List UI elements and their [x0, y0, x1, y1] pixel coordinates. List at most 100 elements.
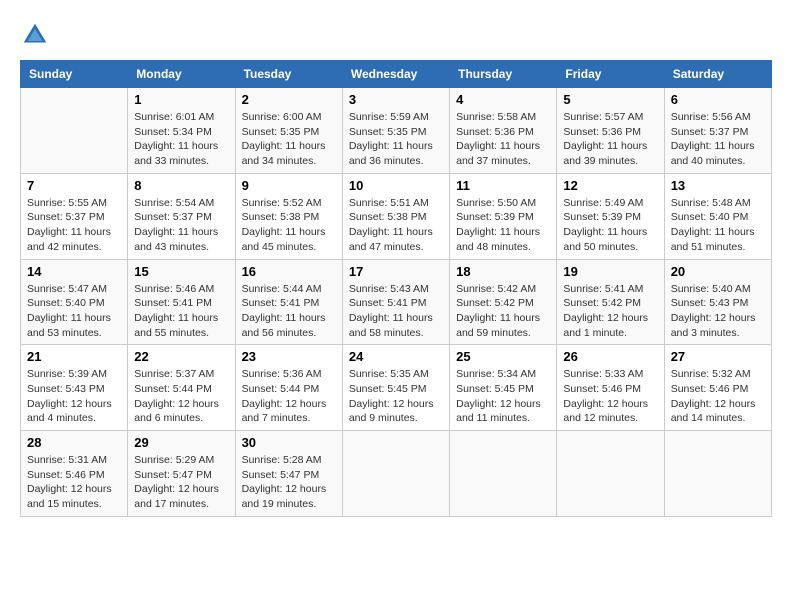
day-number: 26 [563, 349, 657, 364]
day-info: Sunrise: 5:48 AMSunset: 5:40 PMDaylight:… [671, 196, 765, 255]
day-header-friday: Friday [557, 61, 664, 88]
day-number: 28 [27, 435, 121, 450]
day-number: 5 [563, 92, 657, 107]
calendar-cell [450, 431, 557, 517]
calendar-cell: 6 Sunrise: 5:56 AMSunset: 5:37 PMDaylight… [664, 88, 771, 174]
calendar-cell: 2 Sunrise: 6:00 AMSunset: 5:35 PMDaylight… [235, 88, 342, 174]
day-number: 4 [456, 92, 550, 107]
day-number: 13 [671, 178, 765, 193]
day-number: 24 [349, 349, 443, 364]
calendar-cell: 11 Sunrise: 5:50 AMSunset: 5:39 PMDayligh… [450, 173, 557, 259]
calendar-cell: 12 Sunrise: 5:49 AMSunset: 5:39 PMDayligh… [557, 173, 664, 259]
day-number: 8 [134, 178, 228, 193]
day-number: 18 [456, 264, 550, 279]
calendar-cell: 22 Sunrise: 5:37 AMSunset: 5:44 PMDayligh… [128, 345, 235, 431]
day-header-sunday: Sunday [21, 61, 128, 88]
day-number: 2 [242, 92, 336, 107]
day-header-saturday: Saturday [664, 61, 771, 88]
calendar-cell: 13 Sunrise: 5:48 AMSunset: 5:40 PMDayligh… [664, 173, 771, 259]
day-number: 29 [134, 435, 228, 450]
day-header-tuesday: Tuesday [235, 61, 342, 88]
calendar-cell [557, 431, 664, 517]
day-info: Sunrise: 5:34 AMSunset: 5:45 PMDaylight:… [456, 367, 550, 426]
day-info: Sunrise: 5:57 AMSunset: 5:36 PMDaylight:… [563, 110, 657, 169]
day-info: Sunrise: 5:52 AMSunset: 5:38 PMDaylight:… [242, 196, 336, 255]
day-number: 12 [563, 178, 657, 193]
day-info: Sunrise: 6:00 AMSunset: 5:35 PMDaylight:… [242, 110, 336, 169]
day-info: Sunrise: 5:42 AMSunset: 5:42 PMDaylight:… [456, 282, 550, 341]
day-info: Sunrise: 5:51 AMSunset: 5:38 PMDaylight:… [349, 196, 443, 255]
calendar-cell: 5 Sunrise: 5:57 AMSunset: 5:36 PMDaylight… [557, 88, 664, 174]
calendar-cell [664, 431, 771, 517]
days-header-row: SundayMondayTuesdayWednesdayThursdayFrid… [21, 61, 772, 88]
day-number: 7 [27, 178, 121, 193]
week-row-4: 21Sunrise: 5:39 AMSunset: 5:43 PMDayligh… [21, 345, 772, 431]
day-info: Sunrise: 5:36 AMSunset: 5:44 PMDaylight:… [242, 367, 336, 426]
day-number: 22 [134, 349, 228, 364]
day-info: Sunrise: 5:56 AMSunset: 5:37 PMDaylight:… [671, 110, 765, 169]
day-info: Sunrise: 6:01 AMSunset: 5:34 PMDaylight:… [134, 110, 228, 169]
day-info: Sunrise: 5:29 AMSunset: 5:47 PMDaylight:… [134, 453, 228, 512]
week-row-3: 14 Sunrise: 5:47 AMSunset: 5:40 PMDayligh… [21, 259, 772, 345]
calendar-cell: 15Sunrise: 5:46 AMSunset: 5:41 PMDayligh… [128, 259, 235, 345]
day-number: 27 [671, 349, 765, 364]
day-info: Sunrise: 5:37 AMSunset: 5:44 PMDaylight:… [134, 367, 228, 426]
day-number: 14 [27, 264, 121, 279]
day-info: Sunrise: 5:40 AMSunset: 5:43 PMDaylight:… [671, 282, 765, 341]
day-header-wednesday: Wednesday [342, 61, 449, 88]
day-info: Sunrise: 5:46 AMSunset: 5:41 PMDaylight:… [134, 282, 228, 341]
logo-icon [20, 20, 50, 50]
day-number: 9 [242, 178, 336, 193]
calendar-cell: 8 Sunrise: 5:54 AMSunset: 5:37 PMDaylight… [128, 173, 235, 259]
calendar-cell: 24 Sunrise: 5:35 AMSunset: 5:45 PMDayligh… [342, 345, 449, 431]
calendar-cell: 25 Sunrise: 5:34 AMSunset: 5:45 PMDayligh… [450, 345, 557, 431]
day-info: Sunrise: 5:44 AMSunset: 5:41 PMDaylight:… [242, 282, 336, 341]
day-info: Sunrise: 5:31 AMSunset: 5:46 PMDaylight:… [27, 453, 121, 512]
day-number: 23 [242, 349, 336, 364]
day-info: Sunrise: 5:59 AMSunset: 5:35 PMDaylight:… [349, 110, 443, 169]
calendar-cell: 21Sunrise: 5:39 AMSunset: 5:43 PMDayligh… [21, 345, 128, 431]
day-info: Sunrise: 5:49 AMSunset: 5:39 PMDaylight:… [563, 196, 657, 255]
day-info: Sunrise: 5:50 AMSunset: 5:39 PMDaylight:… [456, 196, 550, 255]
calendar-cell: 30 Sunrise: 5:28 AMSunset: 5:47 PMDayligh… [235, 431, 342, 517]
calendar-cell: 26 Sunrise: 5:33 AMSunset: 5:46 PMDayligh… [557, 345, 664, 431]
day-info: Sunrise: 5:41 AMSunset: 5:42 PMDaylight:… [563, 282, 657, 341]
calendar-table: SundayMondayTuesdayWednesdayThursdayFrid… [20, 60, 772, 517]
day-number: 25 [456, 349, 550, 364]
day-info: Sunrise: 5:58 AMSunset: 5:36 PMDaylight:… [456, 110, 550, 169]
week-row-1: 1Sunrise: 6:01 AMSunset: 5:34 PMDaylight… [21, 88, 772, 174]
day-number: 17 [349, 264, 443, 279]
week-row-5: 28 Sunrise: 5:31 AMSunset: 5:46 PMDayligh… [21, 431, 772, 517]
calendar-cell: 20 Sunrise: 5:40 AMSunset: 5:43 PMDayligh… [664, 259, 771, 345]
day-number: 20 [671, 264, 765, 279]
day-number: 30 [242, 435, 336, 450]
day-info: Sunrise: 5:54 AMSunset: 5:37 PMDaylight:… [134, 196, 228, 255]
calendar-cell: 16 Sunrise: 5:44 AMSunset: 5:41 PMDayligh… [235, 259, 342, 345]
day-info: Sunrise: 5:32 AMSunset: 5:46 PMDaylight:… [671, 367, 765, 426]
calendar-cell [21, 88, 128, 174]
day-info: Sunrise: 5:47 AMSunset: 5:40 PMDaylight:… [27, 282, 121, 341]
day-info: Sunrise: 5:35 AMSunset: 5:45 PMDaylight:… [349, 367, 443, 426]
day-number: 10 [349, 178, 443, 193]
calendar-cell: 1Sunrise: 6:01 AMSunset: 5:34 PMDaylight… [128, 88, 235, 174]
day-info: Sunrise: 5:55 AMSunset: 5:37 PMDaylight:… [27, 196, 121, 255]
day-number: 6 [671, 92, 765, 107]
calendar-cell: 17Sunrise: 5:43 AMSunset: 5:41 PMDayligh… [342, 259, 449, 345]
day-header-monday: Monday [128, 61, 235, 88]
calendar-cell: 4 Sunrise: 5:58 AMSunset: 5:36 PMDaylight… [450, 88, 557, 174]
day-number: 16 [242, 264, 336, 279]
day-info: Sunrise: 5:28 AMSunset: 5:47 PMDaylight:… [242, 453, 336, 512]
day-info: Sunrise: 5:33 AMSunset: 5:46 PMDaylight:… [563, 367, 657, 426]
calendar-cell: 19Sunrise: 5:41 AMSunset: 5:42 PMDayligh… [557, 259, 664, 345]
day-number: 3 [349, 92, 443, 107]
day-header-thursday: Thursday [450, 61, 557, 88]
calendar-cell: 14 Sunrise: 5:47 AMSunset: 5:40 PMDayligh… [21, 259, 128, 345]
calendar-cell: 7 Sunrise: 5:55 AMSunset: 5:37 PMDaylight… [21, 173, 128, 259]
day-number: 11 [456, 178, 550, 193]
day-info: Sunrise: 5:39 AMSunset: 5:43 PMDaylight:… [27, 367, 121, 426]
calendar-cell: 3 Sunrise: 5:59 AMSunset: 5:35 PMDaylight… [342, 88, 449, 174]
calendar-cell: 10 Sunrise: 5:51 AMSunset: 5:38 PMDayligh… [342, 173, 449, 259]
calendar-cell [342, 431, 449, 517]
calendar-cell: 27 Sunrise: 5:32 AMSunset: 5:46 PMDayligh… [664, 345, 771, 431]
calendar-cell: 18 Sunrise: 5:42 AMSunset: 5:42 PMDayligh… [450, 259, 557, 345]
